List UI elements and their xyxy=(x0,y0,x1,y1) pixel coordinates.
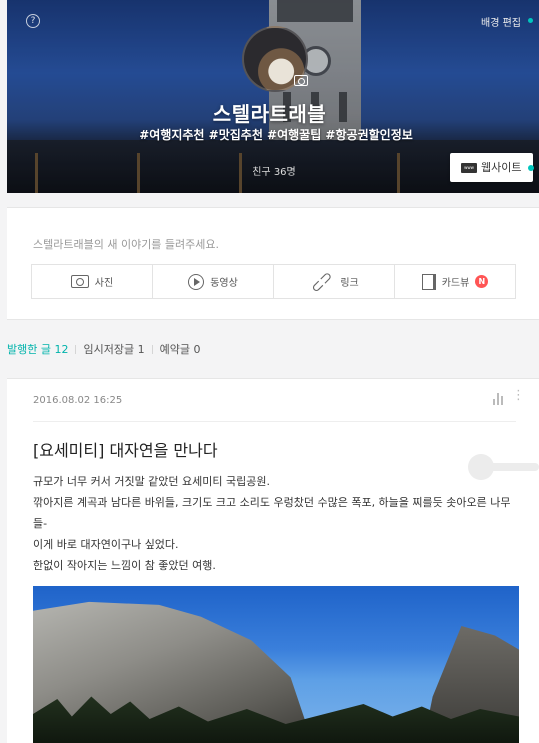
composer-prompt[interactable]: 스텔라트래블의 새 이야기를 들려주세요. xyxy=(33,236,219,252)
tab-drafts[interactable]: 임시저장글 1 xyxy=(83,341,144,357)
post-body-line: 깎아지른 계곡과 남다른 바위들, 크기도 크고 소리도 우렁찼던 수많은 폭포… xyxy=(33,496,511,530)
camera-icon[interactable] xyxy=(294,75,308,86)
card-view-icon xyxy=(421,273,436,290)
post-card: 2016.08.02 16:25 ⋮ [요세미티] 대자연을 만나다 규모가 너… xyxy=(7,378,539,743)
tab-divider xyxy=(151,345,153,354)
photo-label: 사진 xyxy=(94,278,114,289)
edit-indicator-dot xyxy=(528,18,533,23)
blog-name: 스텔라트래블 xyxy=(212,102,327,126)
card-view-button[interactable]: 카드뷰 N xyxy=(395,265,515,298)
website-label: 웹사이트 xyxy=(481,161,522,174)
video-label: 동영상 xyxy=(210,278,238,289)
card-view-label: 카드뷰 xyxy=(441,278,470,289)
link-icon: ⊂⊃ xyxy=(306,266,338,297)
composer: 스텔라트래블의 새 이야기를 들려주세요. 사진 동영상 ⊂⊃ 링크 카드뷰 N xyxy=(7,207,539,320)
tab-published[interactable]: 발행한 글 12 xyxy=(7,341,68,357)
tab-divider xyxy=(75,345,77,354)
link-label: 링크 xyxy=(340,278,359,289)
post-body-line: 규모가 너무 커서 거짓말 같았던 요세미티 국립공원. xyxy=(33,475,270,488)
photo-button[interactable]: 사진 xyxy=(32,265,153,298)
scroll-handle[interactable] xyxy=(468,454,539,480)
post-body-line: 이게 바로 대자연이구나 싶었다. xyxy=(33,538,179,551)
new-badge: N xyxy=(475,275,489,288)
post-tabs: 발행한 글 12 임시저장글 1 예약글 0 xyxy=(7,341,200,357)
post-body-line: 한없이 작아지는 느낌이 참 좋았던 여행. xyxy=(33,559,216,572)
post-image[interactable] xyxy=(33,586,519,743)
website-button[interactable]: www 웹사이트 xyxy=(450,153,533,182)
blog-hashtags: #여행지추천 #맛집추천 #여행꿀팁 #항공권할인정보 xyxy=(139,128,413,142)
website-indicator-dot xyxy=(528,165,534,171)
help-icon[interactable]: ? xyxy=(26,14,40,28)
divider xyxy=(33,421,516,422)
camera-icon xyxy=(70,275,89,288)
post-title[interactable]: [요세미티] 대자연을 만나다 xyxy=(33,437,218,461)
more-options-icon[interactable]: ⋮ xyxy=(512,389,525,402)
edit-background-button[interactable]: 배경 편집 xyxy=(481,14,521,29)
stats-icon[interactable] xyxy=(493,393,504,405)
post-body: 규모가 너무 커서 거짓말 같았던 요세미티 국립공원. 깎아지른 계곡과 남다… xyxy=(33,471,521,576)
play-icon xyxy=(188,273,205,290)
tab-scheduled[interactable]: 예약글 0 xyxy=(160,341,201,357)
composer-actions: 사진 동영상 ⊂⊃ 링크 카드뷰 N xyxy=(31,264,516,299)
link-button[interactable]: ⊂⊃ 링크 xyxy=(274,265,395,298)
website-icon: www xyxy=(461,163,477,173)
post-date: 2016.08.02 16:25 xyxy=(33,395,123,406)
video-button[interactable]: 동영상 xyxy=(153,265,274,298)
